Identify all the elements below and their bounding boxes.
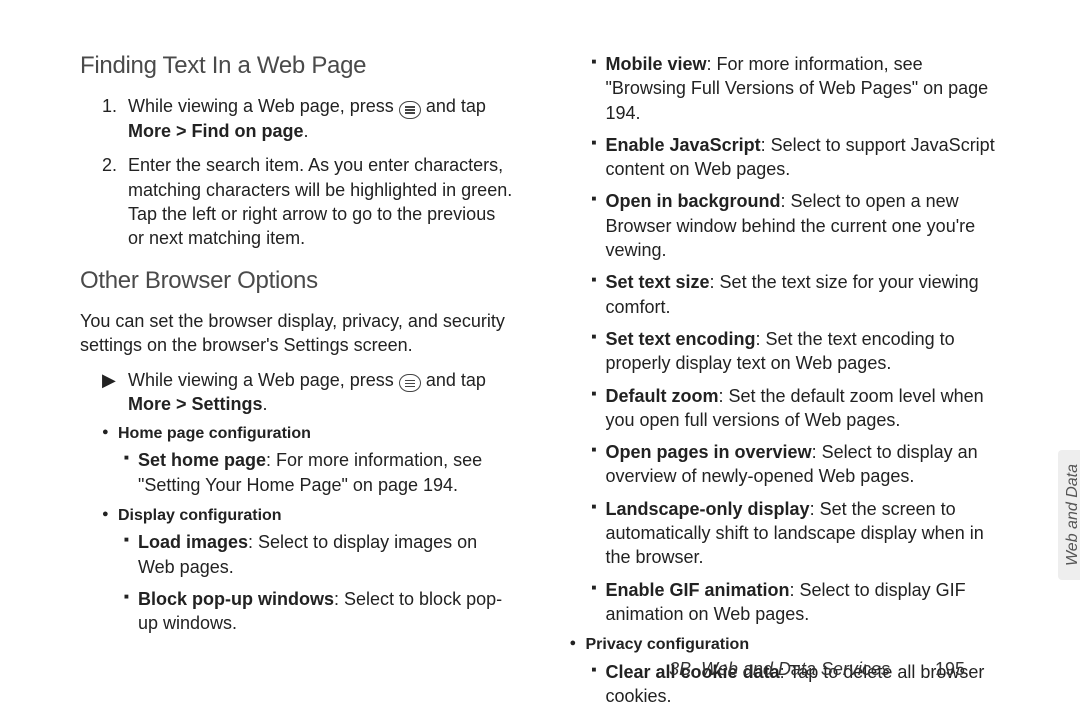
- item-label: Set text size: [606, 272, 710, 292]
- step-2: 2. Enter the search item. As you enter c…: [102, 153, 513, 250]
- item-label: Mobile view: [606, 54, 707, 74]
- step-2-number: 2.: [102, 153, 120, 250]
- menu-icon: [399, 101, 421, 119]
- arrow-part-b: and tap: [426, 370, 486, 390]
- page-number: 195: [935, 659, 965, 679]
- item-landscape-only: Landscape-only display: Set the screen t…: [592, 497, 1001, 570]
- right-column: Mobile view: For more information, see "…: [568, 50, 1001, 716]
- item-load-images: Load images: Select to display images on…: [124, 530, 513, 579]
- step-1-part-a: While viewing a Web page, press: [128, 96, 399, 116]
- intro-text: You can set the browser display, privacy…: [80, 309, 513, 358]
- footer-section: 3B. Web and Data Services: [669, 659, 890, 679]
- arrow-part-a: While viewing a Web page, press: [128, 370, 399, 390]
- step-1-text: While viewing a Web page, press and tap …: [128, 94, 513, 143]
- menu-icon: [399, 374, 421, 392]
- item-text-size: Set text size: Set the text size for you…: [592, 270, 1001, 319]
- item-label: Open in background: [606, 191, 781, 211]
- step-1-number: 1.: [102, 94, 120, 143]
- item-open-overview: Open pages in overview: Select to displa…: [592, 440, 1001, 489]
- item-block-popups: Block pop-up windows: Select to block po…: [124, 587, 513, 636]
- content-columns: Finding Text In a Web Page 1. While view…: [80, 50, 1000, 716]
- bullet-privacy-config: Privacy configuration: [570, 634, 1001, 656]
- arrow-step: ▶ While viewing a Web page, press and ta…: [102, 368, 513, 417]
- item-set-home-page: Set home page: For more information, see…: [124, 448, 513, 497]
- item-enable-js: Enable JavaScript: Select to support Jav…: [592, 133, 1001, 182]
- arrow-part-c: .: [263, 394, 268, 414]
- step-2-text: Enter the search item. As you enter char…: [128, 153, 513, 250]
- side-tab-label: Web and Data: [1058, 450, 1080, 580]
- heading-other-options: Other Browser Options: [80, 265, 513, 297]
- left-column: Finding Text In a Web Page 1. While view…: [80, 50, 513, 716]
- step-1-part-b: and tap: [426, 96, 486, 116]
- item-default-zoom: Default zoom: Set the default zoom level…: [592, 384, 1001, 433]
- item-label: Set text encoding: [606, 329, 756, 349]
- step-1: 1. While viewing a Web page, press and t…: [102, 94, 513, 143]
- item-text-encoding: Set text encoding: Set the text encoding…: [592, 327, 1001, 376]
- manual-page: Finding Text In a Web Page 1. While view…: [0, 0, 1080, 720]
- step-1-part-c: .: [304, 121, 309, 141]
- item-label: Landscape-only display: [606, 499, 810, 519]
- item-open-bg: Open in background: Select to open a new…: [592, 189, 1001, 262]
- item-label: Block pop-up windows: [138, 589, 334, 609]
- page-footer: 3B. Web and Data Services 195: [669, 659, 965, 680]
- bullet-display-config: Display configuration: [102, 505, 513, 527]
- arrow-bold: More > Settings: [128, 394, 263, 414]
- item-label: Set home page: [138, 450, 266, 470]
- item-mobile-view: Mobile view: For more information, see "…: [592, 52, 1001, 125]
- item-label: Enable JavaScript: [606, 135, 761, 155]
- item-label: Enable GIF animation: [606, 580, 790, 600]
- arrow-step-text: While viewing a Web page, press and tap …: [128, 368, 513, 417]
- item-label: Load images: [138, 532, 248, 552]
- item-label: Default zoom: [606, 386, 719, 406]
- bullet-home-config: Home page configuration: [102, 423, 513, 445]
- item-label: Open pages in overview: [606, 442, 812, 462]
- step-1-bold: More > Find on page: [128, 121, 304, 141]
- item-gif-anim: Enable GIF animation: Select to display …: [592, 578, 1001, 627]
- arrow-icon: ▶: [102, 368, 118, 417]
- heading-finding-text: Finding Text In a Web Page: [80, 50, 513, 82]
